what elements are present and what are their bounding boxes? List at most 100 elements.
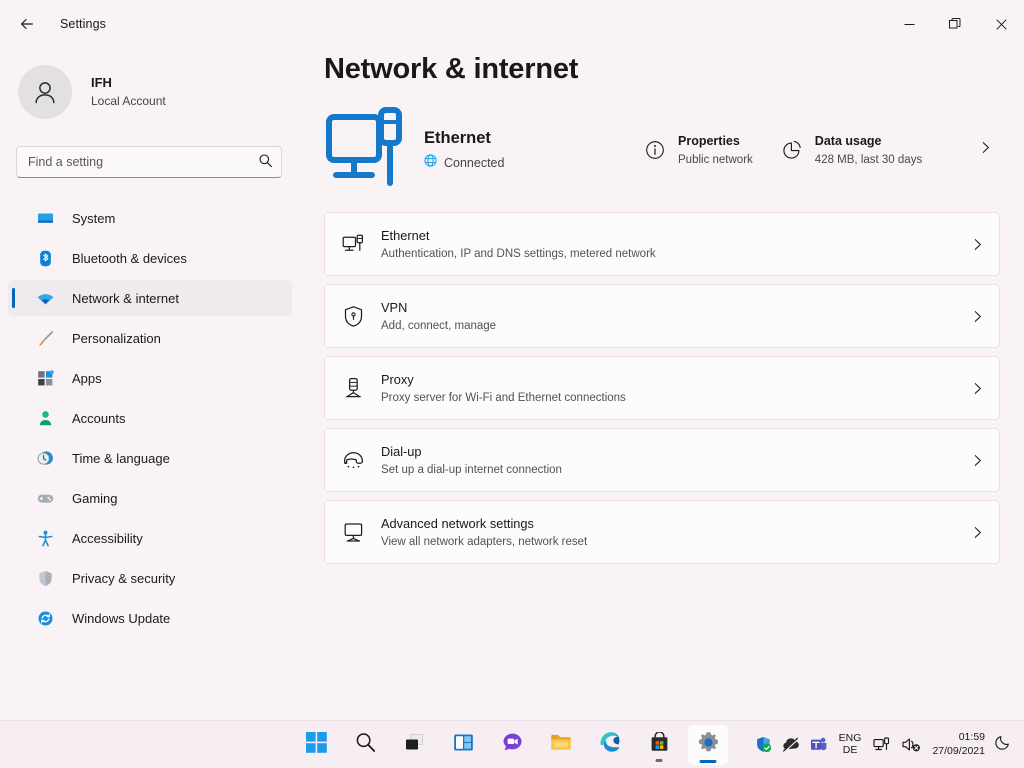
phone-handset-icon: [325, 449, 381, 472]
sidebar-item-bluetooth-devices[interactable]: Bluetooth & devices: [8, 240, 292, 276]
chat-bubble-icon: [502, 732, 523, 758]
connection-status-text: Connected: [444, 155, 505, 170]
task-view-button[interactable]: [394, 725, 434, 765]
data-usage-subtitle: 428 MB, last 30 days: [814, 153, 923, 166]
sidebar-item-windows-update[interactable]: Windows Update: [8, 600, 292, 636]
sidebar-item-privacy-security[interactable]: Privacy & security: [8, 560, 292, 596]
sidebar-item-label: Time & language: [72, 450, 170, 466]
windows-security-tray-icon[interactable]: [750, 726, 777, 762]
sidebar-item-label: Accessibility: [72, 530, 143, 546]
sidebar-item-label: System: [72, 210, 116, 226]
connection-name: Ethernet: [424, 128, 491, 147]
sidebar-item-system[interactable]: System: [8, 200, 292, 236]
page-title: Network & internet: [324, 53, 579, 85]
bluetooth-icon: [36, 249, 54, 267]
card-subtitle: View all network adapters, network reset: [381, 535, 588, 548]
window-title: Settings: [60, 17, 106, 31]
sidebar-item-label: Bluetooth & devices: [72, 250, 187, 266]
card-subtitle: Authentication, IP and DNS settings, met…: [381, 247, 656, 260]
clock-globe-icon: [36, 449, 54, 467]
sidebar-item-accounts[interactable]: Accounts: [8, 400, 292, 436]
teams-tray-icon[interactable]: [805, 726, 832, 762]
clock-and-date[interactable]: 01:59 27/09/2021: [926, 726, 993, 762]
main-content: Network & internet Ethernet Connected Pr…: [300, 48, 1024, 720]
chevron-right-icon: [955, 382, 999, 395]
card-advanced-network-settings[interactable]: Advanced network settings View all netwo…: [324, 500, 1000, 564]
update-refresh-icon: [36, 609, 54, 627]
accessibility-person-icon: [36, 529, 54, 547]
maximize-button[interactable]: [932, 0, 978, 48]
start-button[interactable]: [296, 725, 336, 765]
sidebar-item-label: Personalization: [72, 330, 161, 346]
profile-account-type: Local Account: [91, 94, 166, 108]
gear-icon: [697, 731, 720, 759]
settings-button[interactable]: [688, 724, 728, 765]
sidebar-item-label: Accounts: [72, 410, 126, 426]
card-dial-up[interactable]: Dial-up Set up a dial-up internet connec…: [324, 428, 1000, 492]
minimize-button[interactable]: [886, 0, 932, 48]
store-bag-icon: [649, 730, 670, 758]
chat-button[interactable]: [492, 725, 532, 765]
windows-start-icon: [305, 731, 327, 758]
microsoft-store-button[interactable]: [639, 725, 679, 765]
sidebar-nav: System Bluetooth & devices Network & int…: [0, 200, 300, 636]
apps-grid-icon: [36, 369, 54, 387]
connection-status: Connected: [424, 153, 634, 172]
user-profile[interactable]: IFH Local Account: [18, 60, 300, 124]
language-indicator[interactable]: ENG DE: [832, 726, 869, 762]
search-taskbar-button[interactable]: [345, 725, 385, 765]
system-monitor-icon: [36, 209, 54, 227]
edge-button[interactable]: [590, 725, 630, 765]
pie-chart-icon: [781, 140, 803, 160]
search-input[interactable]: [16, 146, 282, 178]
card-title: VPN: [381, 299, 408, 315]
info-circle-icon: [644, 140, 666, 160]
card-subtitle: Proxy server for Wi-Fi and Ethernet conn…: [381, 391, 626, 404]
back-button[interactable]: [10, 8, 44, 40]
notification-center-button[interactable]: [993, 726, 1018, 762]
task-view-icon: [404, 732, 425, 758]
sidebar-item-network-internet[interactable]: Network & internet: [8, 280, 292, 316]
sidebar-item-label: Gaming: [72, 490, 118, 506]
chevron-right-icon[interactable]: [979, 141, 992, 159]
file-explorer-button[interactable]: [541, 725, 581, 765]
card-subtitle: Set up a dial-up internet connection: [381, 463, 562, 476]
clock-date: 27/09/2021: [932, 745, 985, 757]
shield-icon: [36, 569, 54, 587]
sidebar-item-time-language[interactable]: Time & language: [8, 440, 292, 476]
avatar: [18, 65, 72, 119]
sidebar-item-accessibility[interactable]: Accessibility: [8, 520, 292, 556]
ethernet-tray-icon[interactable]: [868, 726, 897, 762]
chevron-right-icon: [955, 454, 999, 467]
network-status-header: Ethernet Connected Properties Public net…: [324, 102, 1000, 198]
card-ethernet[interactable]: Ethernet Authentication, IP and DNS sett…: [324, 212, 1000, 276]
gamepad-icon: [36, 489, 54, 507]
data-usage-title: Data usage: [814, 133, 882, 148]
system-tray: ENG DE 01:59 27/09/2021: [750, 720, 1024, 768]
paintbrush-icon: [36, 329, 54, 347]
properties-link[interactable]: Properties Public network: [644, 133, 753, 168]
hidden-tray-icon[interactable]: [777, 726, 805, 762]
card-proxy[interactable]: Proxy Proxy server for Wi-Fi and Etherne…: [324, 356, 1000, 420]
profile-name: IFH: [91, 75, 112, 90]
speaker-muted-icon[interactable]: [897, 726, 926, 762]
card-title: Dial-up: [381, 443, 422, 459]
sidebar-item-personalization[interactable]: Personalization: [8, 320, 292, 356]
sidebar-item-gaming[interactable]: Gaming: [8, 480, 292, 516]
ethernet-monitor-icon: [324, 106, 416, 194]
sidebar-item-label: Privacy & security: [72, 570, 176, 586]
connection-info: Ethernet Connected: [424, 129, 634, 172]
window-controls: [886, 0, 1024, 48]
ethernet-port-icon: [325, 233, 381, 256]
sidebar-item-apps[interactable]: Apps: [8, 360, 292, 396]
data-usage-link[interactable]: Data usage 428 MB, last 30 days: [781, 133, 922, 168]
card-title: Ethernet: [381, 227, 430, 243]
close-button[interactable]: [978, 0, 1024, 48]
taskbar: ENG DE 01:59 27/09/2021: [0, 720, 1024, 768]
search-icon: [355, 732, 376, 758]
sidebar-item-label: Windows Update: [72, 610, 171, 626]
properties-subtitle: Public network: [678, 153, 753, 166]
card-vpn[interactable]: VPN Add, connect, manage: [324, 284, 1000, 348]
widgets-button[interactable]: [443, 725, 483, 765]
card-title: Proxy: [381, 371, 414, 387]
